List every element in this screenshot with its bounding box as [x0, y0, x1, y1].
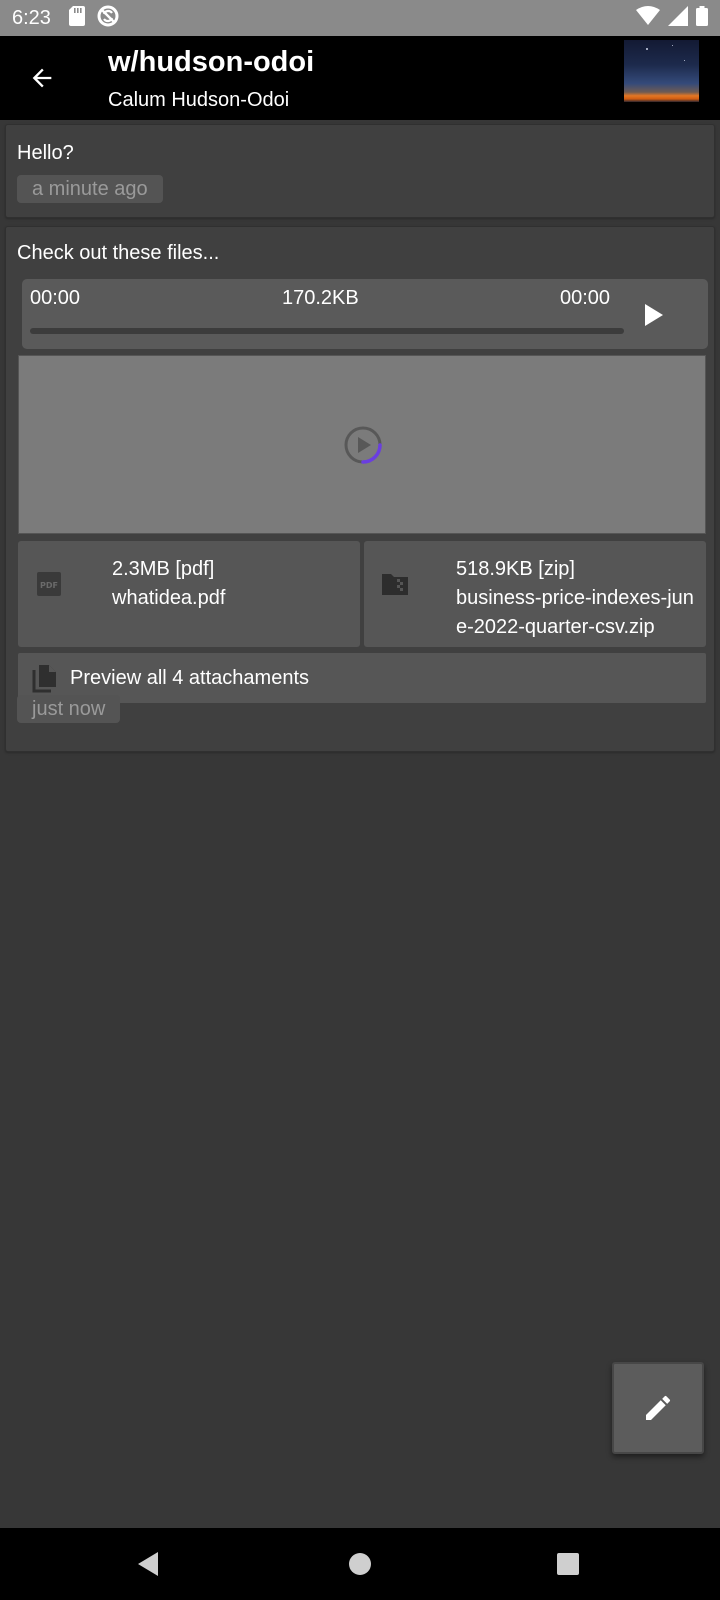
nav-recents-button[interactable]: [554, 1550, 582, 1578]
play-circle-icon: [344, 426, 382, 464]
audio-seekbar[interactable]: [30, 328, 624, 334]
message-timestamp: just now: [17, 695, 121, 723]
nav-back-button[interactable]: [134, 1550, 162, 1578]
signal-icon: [668, 5, 688, 31]
page-title: w/hudson-odoi: [108, 46, 315, 78]
audio-duration: 00:00: [560, 287, 611, 309]
audio-size: 170.2KB: [282, 287, 359, 309]
message-text: Check out these files...: [17, 242, 220, 264]
compose-button[interactable]: [612, 1362, 704, 1454]
nav-home-icon: [349, 1553, 371, 1575]
file-name: whatidea.pdf: [112, 587, 226, 609]
video-attachment[interactable]: [18, 355, 706, 534]
system-nav-bar: [0, 1528, 720, 1600]
file-attachment-pdf[interactable]: PDF 2.3MB [pdf] whatidea.pdf: [18, 541, 360, 647]
preview-all-attachments-button[interactable]: Preview all 4 attachaments: [18, 653, 706, 703]
file-size-type: 2.3MB [pdf]: [112, 558, 215, 580]
status-time: 6:23: [12, 6, 51, 29]
page-subtitle: Calum Hudson-Odoi: [108, 89, 290, 111]
arrow-back-icon: [32, 68, 52, 88]
svg-text:PDF: PDF: [40, 581, 58, 590]
message-text: Hello?: [17, 142, 74, 164]
avatar[interactable]: [624, 40, 699, 102]
sd-card-icon: [68, 5, 85, 31]
audio-player[interactable]: 00:00 170.2KB 00:00: [22, 279, 708, 349]
zip-folder-icon: [382, 574, 408, 595]
message-timestamp: a minute ago: [17, 175, 163, 203]
sync-blocked-icon: [97, 5, 119, 32]
pencil-icon: [646, 1395, 671, 1420]
message-card[interactable]: Check out these files... 00:00 170.2KB 0…: [5, 226, 715, 752]
play-icon: [645, 304, 663, 326]
preview-all-label: Preview all 4 attachaments: [70, 666, 310, 689]
file-attachment-zip[interactable]: 518.9KB [zip] business-price-indexes-jun…: [364, 541, 706, 647]
back-button[interactable]: [20, 56, 64, 100]
audio-position: 00:00: [30, 287, 81, 309]
wifi-icon: [636, 5, 660, 31]
status-bar: 6:23: [0, 0, 720, 36]
file-size-type: 518.9KB [zip]: [456, 558, 575, 580]
message-card[interactable]: Hello? a minute ago: [5, 124, 715, 218]
audio-play-button[interactable]: [636, 297, 672, 333]
battery-icon: [696, 5, 708, 31]
nav-recents-icon: [557, 1553, 579, 1575]
file-name: business-price-indexes-june-2022-quarter…: [456, 587, 694, 638]
nav-home-button[interactable]: [346, 1550, 374, 1578]
file-copy-icon: [32, 665, 56, 693]
nav-back-icon: [138, 1552, 158, 1576]
app-bar: w/hudson-odoi Calum Hudson-Odoi: [0, 36, 720, 120]
pdf-icon: PDF: [37, 572, 61, 596]
